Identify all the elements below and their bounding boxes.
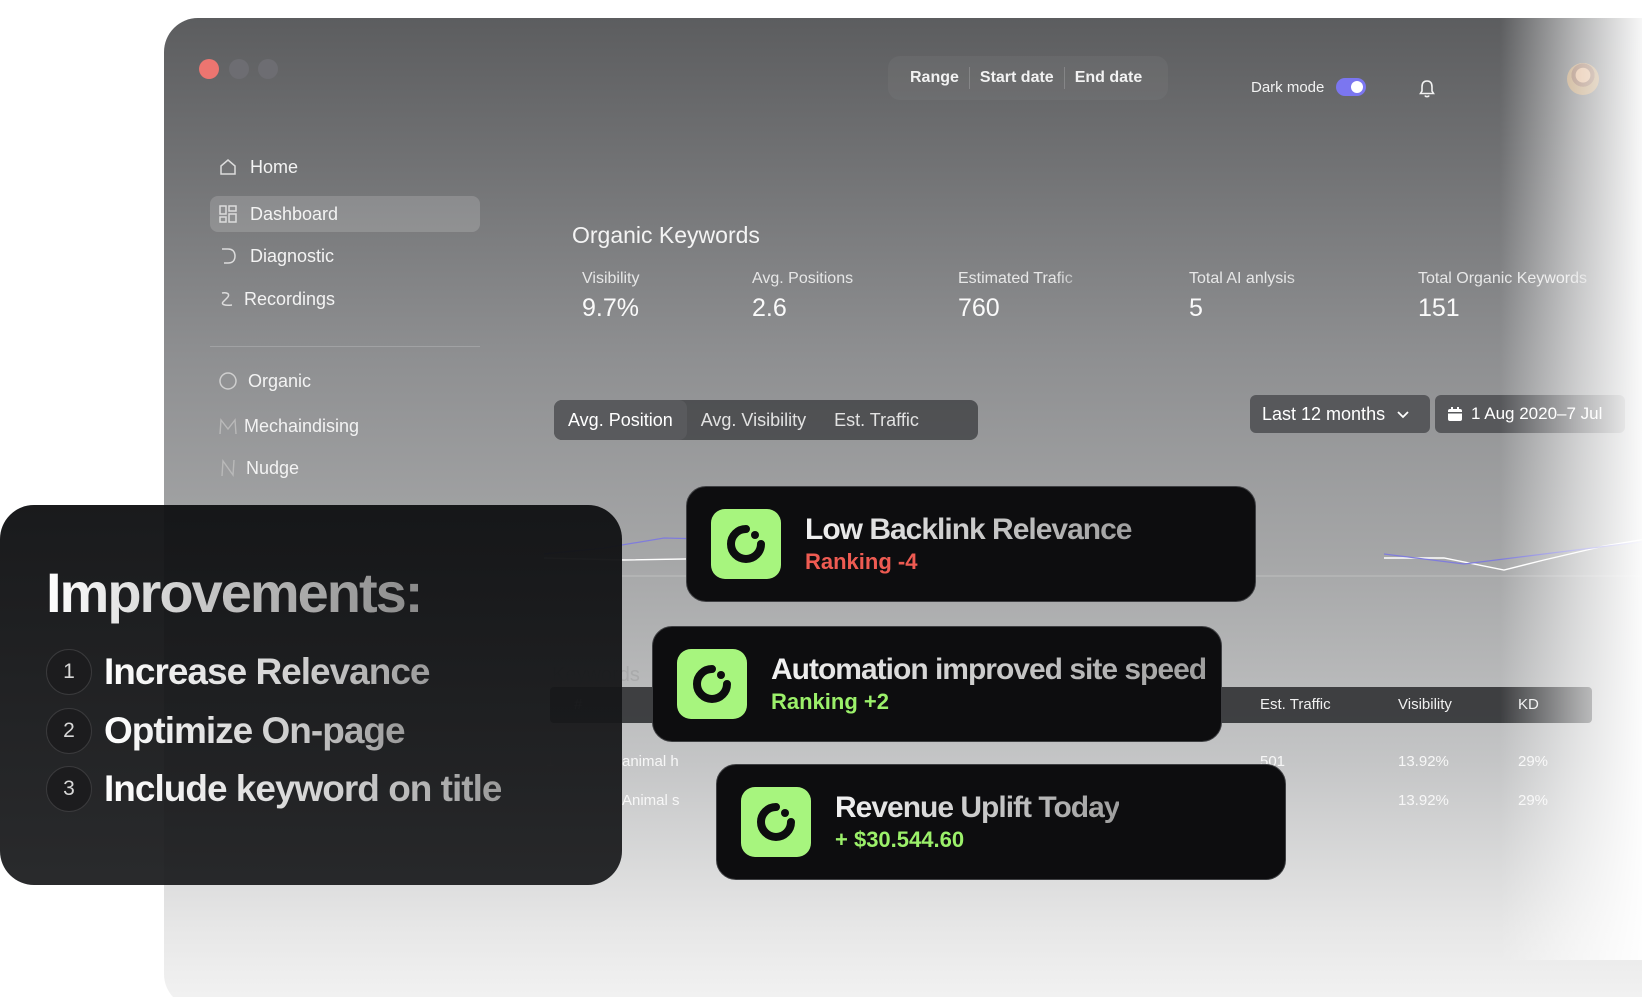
improvement-text: Optimize On-page [104,710,406,751]
start-date-segment[interactable]: Start date [970,67,1065,89]
merchandising-icon [218,416,238,436]
stat-label: Total Organic Keywords [1418,270,1587,287]
tab-est-traffic[interactable]: Est. Traffic [820,400,933,440]
improvement-text: Increase Relevance [104,651,431,692]
bell-icon[interactable] [1417,78,1437,100]
sidebar-item-dashboard[interactable]: Dashboard [210,196,480,232]
date-range-picker[interactable]: 1 Aug 2020–7 Jul [1435,395,1625,433]
dashboard-icon [218,204,238,224]
sidebar-item-label: Organic [248,370,312,391]
sidebar-item-mechaindising[interactable]: Mechaindising [210,408,480,444]
card-text: Revenue Uplift Today + $30.544.60 [835,791,1120,853]
row-keyword[interactable]: Animal s [622,792,680,809]
improvement-number: 1 [46,649,92,695]
stat-label: Avg. Positions [752,270,854,287]
recordings-icon [218,289,238,309]
stat-value: 760 [958,294,1000,322]
card-subtitle: + $30.544.60 [835,827,965,852]
sidebar-item-diagnostic[interactable]: Diagnostic [210,238,480,274]
row-keyword[interactable]: animal h [622,753,679,770]
diagnostic-icon [218,246,238,266]
card-text: Low Backlink Relevance Ranking -4 [805,513,1132,575]
row-kd: 29% [1518,792,1549,809]
sidebar-item-recordings[interactable]: Recordings [210,281,480,317]
dark-mode-label: Dark mode [1251,78,1325,96]
sidebar-item-label: Dashboard [250,203,339,224]
stat-value: 151 [1418,294,1460,322]
card-text: Automation improved site speed Ranking +… [771,653,1207,715]
improvement-item: 1 Increase Relevance [46,649,431,695]
improvements-title: Improvements: [46,561,423,624]
date-segment-bar: Range Start date End date [888,56,1168,100]
notification-card-site-speed[interactable]: Automation improved site speed Ranking +… [652,626,1222,742]
sidebar-divider [210,346,480,347]
chevron-down-icon [1397,411,1409,419]
row-kd: 29% [1518,753,1549,770]
improvement-item: 2 Optimize On-page [46,708,406,754]
sidebar-item-label: Diagnostic [250,245,335,266]
improvement-item: 3 Include keyword on title [46,766,502,812]
sidebar-item-home[interactable]: Home [210,149,480,185]
card-title: Revenue Uplift Today [835,791,1120,824]
app-logo-icon [711,509,781,579]
dark-mode-toggle[interactable] [1336,78,1367,96]
stat-label: Visibility [582,270,640,287]
sidebar-item-label: Recordings [244,288,336,309]
stat-value: 9.7% [582,294,639,322]
app-logo-icon [741,787,811,857]
maximize-window-button[interactable] [258,59,278,79]
tab-avg-visibility[interactable]: Avg. Visibility [687,400,820,440]
sidebar-item-organic[interactable]: Organic [210,363,480,399]
improvements-panel: Improvements: 1 Increase Relevance 2 Opt… [0,505,622,885]
card-subtitle: Ranking +2 [771,689,889,714]
stat-estimated-traffic: Estimated Trafic 760 [958,270,1098,323]
minimize-window-button[interactable] [229,59,249,79]
column-header-kd[interactable]: KD [1518,696,1539,713]
column-header-visibility[interactable]: Visibility [1398,696,1452,713]
stat-avg-positions: Avg. Positions 2.6 [752,270,892,323]
calendar-icon [1448,407,1462,421]
stat-total-organic-keywords: Total Organic Keywords 151 [1418,270,1628,323]
date-range-value: 1 Aug 2020–7 Jul [1471,404,1603,423]
card-subtitle: Ranking -4 [805,549,918,574]
sidebar-item-label: Home [250,156,299,177]
sidebar-item-label: Mechaindising [244,415,360,436]
sidebar-item-nudge[interactable]: Nudge [210,450,480,486]
organic-icon [218,371,238,391]
column-header-est-traffic[interactable]: Est. Traffic [1260,696,1331,713]
improvement-text: Include keyword on title [104,768,502,809]
stage: Range Start date End date Dark mode Home… [0,0,1642,997]
tab-avg-position[interactable]: Avg. Position [554,400,687,440]
row-visibility: 13.92% [1398,753,1449,770]
range-segment[interactable]: Range [900,67,970,89]
home-icon [218,157,238,177]
dark-mode-control: Dark mode [1251,78,1367,96]
stat-value: 2.6 [752,294,787,322]
stat-value: 5 [1189,294,1203,322]
close-window-button[interactable] [199,59,219,79]
sidebar-item-label: Nudge [246,457,300,478]
notification-card-revenue[interactable]: Revenue Uplift Today + $30.544.60 [716,764,1286,880]
improvement-number: 3 [46,766,92,812]
end-date-segment[interactable]: End date [1065,67,1153,89]
notification-card-backlink[interactable]: Low Backlink Relevance Ranking -4 [686,486,1256,602]
app-logo-icon [677,649,747,719]
improvement-number: 2 [46,708,92,754]
stat-visibility: Visibility 9.7% [582,270,722,323]
metric-tabs: Avg. Position Avg. Visibility Est. Traff… [554,400,978,440]
stat-label: Total AI anlysis [1189,270,1295,287]
range-select[interactable]: Last 12 months [1250,395,1430,433]
range-select-value: Last 12 months [1262,403,1386,424]
stat-total-ai-analysis: Total AI anlysis 5 [1189,270,1329,323]
avatar[interactable] [1567,63,1599,95]
card-title: Low Backlink Relevance [805,513,1132,546]
stat-label: Estimated Trafic [958,270,1073,287]
page-title: Organic Keywords [572,222,760,248]
card-title: Automation improved site speed [771,653,1207,686]
row-visibility: 13.92% [1398,792,1449,809]
nudge-icon [218,458,238,478]
